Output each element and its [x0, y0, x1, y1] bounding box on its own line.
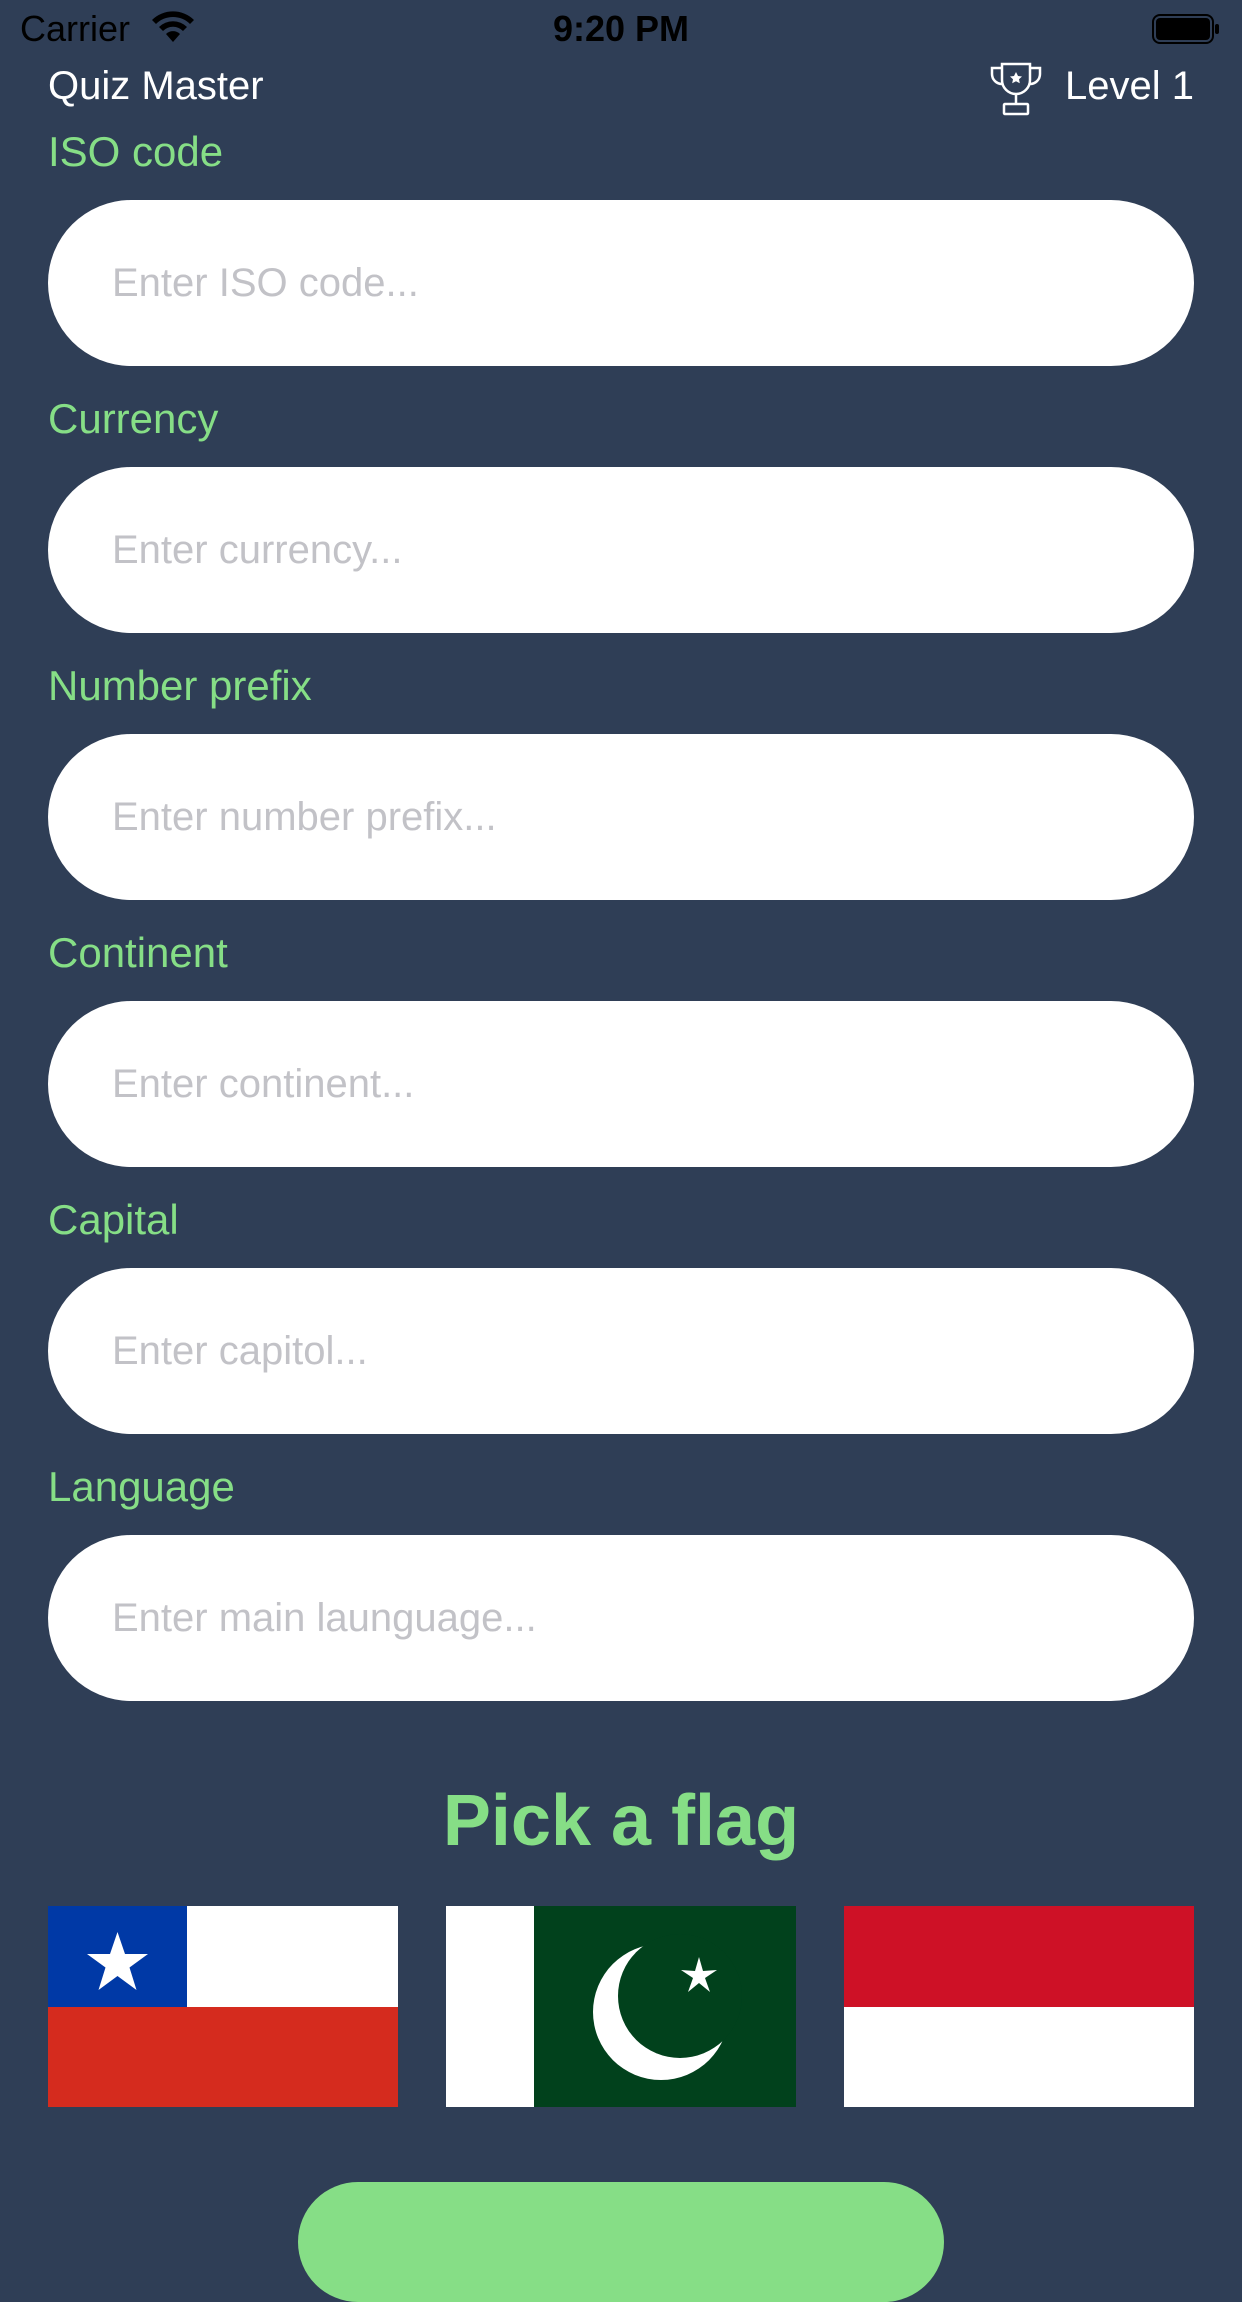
- indonesia-flag-icon: [844, 1906, 1194, 2107]
- pakistan-flag-option[interactable]: [446, 1906, 796, 2107]
- app-title: Quiz Master: [48, 64, 264, 108]
- trophy-icon[interactable]: [988, 60, 1044, 118]
- chile-flag-option[interactable]: [48, 1906, 398, 2107]
- battery-icon: [1152, 14, 1220, 44]
- indonesia-flag-option[interactable]: [844, 1906, 1194, 2107]
- continent-label: Continent: [48, 929, 228, 976]
- language-input[interactable]: [48, 1535, 1194, 1701]
- currency-input[interactable]: [48, 467, 1194, 633]
- clock: 9:20 PM: [552, 8, 690, 49]
- submit-button[interactable]: [298, 2182, 944, 2302]
- currency-label: Currency: [48, 395, 219, 442]
- language-label: Language: [48, 1463, 235, 1510]
- app-header: Quiz Master Level 1: [0, 60, 1242, 124]
- pick-flag-title: Pick a flag: [442, 1781, 800, 1861]
- iso-code-label: ISO code: [48, 128, 224, 175]
- iso-code-input[interactable]: [48, 200, 1194, 366]
- number-prefix-input[interactable]: [48, 734, 1194, 900]
- level-label: Level 1: [1065, 64, 1194, 108]
- capital-input[interactable]: [48, 1268, 1194, 1434]
- status-bar: Carrier 9:20 PM: [0, 0, 1242, 60]
- pakistan-flag-icon: [446, 1906, 796, 2107]
- continent-input[interactable]: [48, 1001, 1194, 1167]
- number-prefix-label: Number prefix: [48, 662, 312, 709]
- capital-label: Capital: [48, 1196, 179, 1243]
- chile-flag-icon: [48, 1906, 398, 2107]
